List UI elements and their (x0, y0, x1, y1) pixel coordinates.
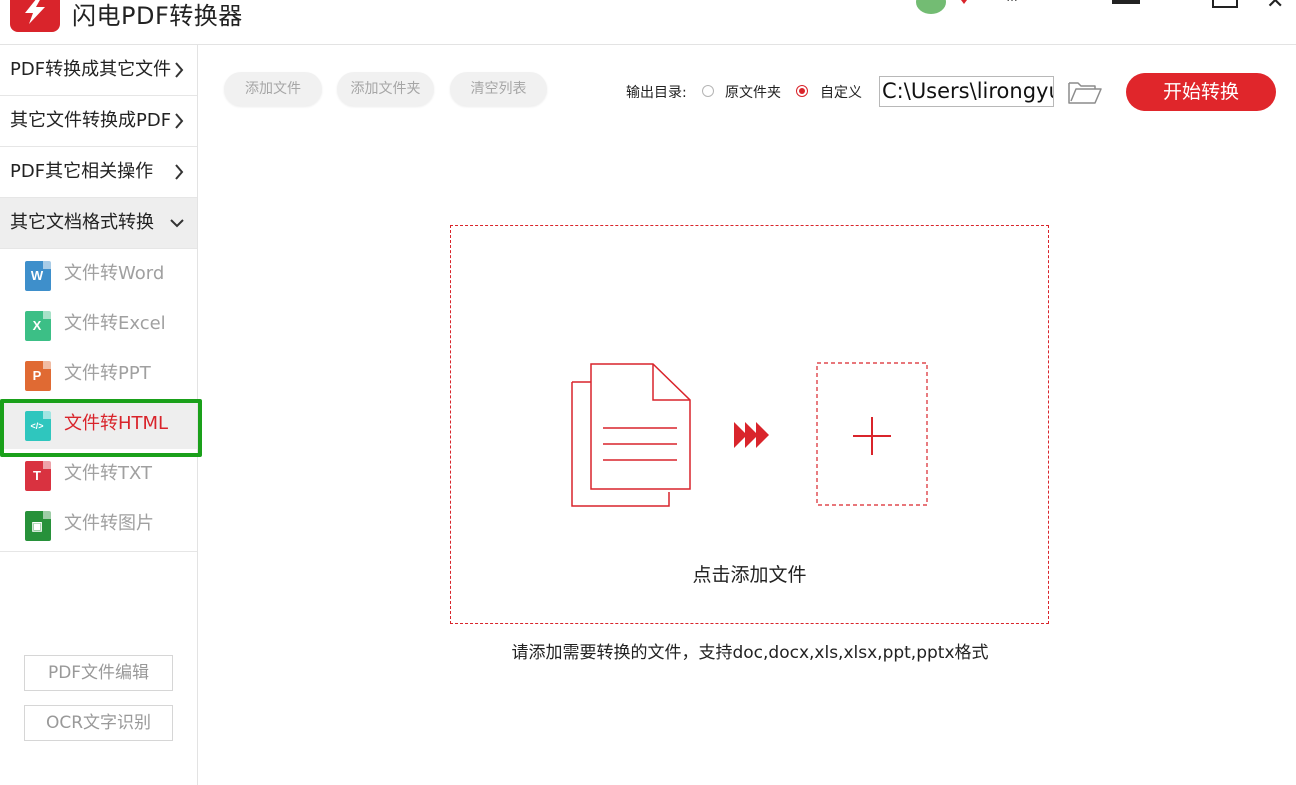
category-label: PDF转换成其它文件 (10, 59, 171, 80)
add-folder-button[interactable]: 添加文件夹 (337, 72, 434, 106)
html-file-icon: </> (25, 411, 51, 441)
txt-file-icon: T (25, 461, 51, 491)
sidebar-item-label: 文件转Excel (64, 313, 166, 334)
app-title: 闪电PDF转换器 (72, 0, 243, 31)
drop-zone-illustration (571, 362, 931, 517)
ppt-file-icon: P (25, 361, 51, 391)
user-avatar[interactable] (916, 0, 946, 14)
subitem-list: W 文件转Word X 文件转Excel P 文件转PPT </> 文件转HTM… (0, 249, 197, 552)
sidebar-item-label: 文件转图片 (64, 513, 154, 534)
category-label: 其它文档格式转换 (10, 212, 154, 233)
user-name[interactable]: … (1006, 0, 1036, 4)
ocr-button[interactable]: OCR文字识别 (24, 705, 173, 741)
sidebar-item-label: 文件转TXT (64, 463, 152, 484)
add-file-button[interactable]: 添加文件 (224, 72, 322, 106)
category-label: 其它文件转换成PDF (10, 110, 171, 131)
sidebar-item-file-to-html[interactable]: </> 文件转HTML (0, 399, 197, 449)
lightning-icon (19, 0, 51, 26)
pdf-edit-button[interactable]: PDF文件编辑 (24, 655, 173, 691)
radio-custom[interactable] (796, 85, 808, 97)
excel-file-icon: X (25, 311, 51, 341)
clear-list-button[interactable]: 清空列表 (450, 72, 547, 106)
output-dir-label: 输出目录: (626, 82, 687, 102)
app-logo (10, 0, 60, 32)
radio-original-folder-label[interactable]: 原文件夹 (725, 82, 781, 102)
category-label: PDF其它相关操作 (10, 161, 153, 182)
sidebar: PDF转换成其它文件 其它文件转换成PDF PDF其它相关操作 其它文档格式转换… (0, 45, 198, 785)
start-convert-button[interactable]: 开始转换 (1126, 73, 1276, 111)
title-bar: 闪电PDF转换器 … ✕ (0, 0, 1296, 45)
category-other-to-pdf[interactable]: 其它文件转换成PDF (0, 96, 197, 147)
word-file-icon: W (25, 261, 51, 291)
sidebar-item-file-to-image[interactable]: ▣ 文件转图片 (0, 499, 197, 549)
output-path-input[interactable]: C:\Users\lirongyu (879, 76, 1054, 107)
file-drop-zone[interactable]: 点击添加文件 (450, 225, 1049, 624)
sidebar-item-file-to-txt[interactable]: T 文件转TXT (0, 449, 197, 499)
radio-original-folder[interactable] (702, 85, 714, 97)
radio-custom-label[interactable]: 自定义 (820, 82, 862, 102)
image-file-icon: ▣ (25, 511, 51, 541)
user-menu-caret-icon[interactable] (958, 0, 970, 4)
close-icon[interactable]: ✕ (1266, 0, 1284, 14)
sidebar-item-label: 文件转HTML (64, 413, 168, 434)
sidebar-item-label: 文件转Word (64, 263, 164, 284)
sidebar-item-file-to-excel[interactable]: X 文件转Excel (0, 299, 197, 349)
category-pdf-to-other[interactable]: PDF转换成其它文件 (0, 45, 197, 96)
category-other-doc-format[interactable]: 其它文档格式转换 (0, 198, 197, 249)
menu-icon[interactable] (1112, 0, 1140, 4)
drop-zone-text[interactable]: 点击添加文件 (451, 560, 1048, 587)
maximize-icon[interactable] (1212, 0, 1238, 8)
sidebar-item-file-to-ppt[interactable]: P 文件转PPT (0, 349, 197, 399)
folder-open-icon[interactable] (1067, 79, 1103, 110)
sidebar-item-label: 文件转PPT (64, 363, 151, 384)
category-pdf-other-ops[interactable]: PDF其它相关操作 (0, 147, 197, 198)
supported-formats-hint: 请添加需要转换的文件，支持doc,docx,xls,xlsx,ppt,pptx格… (450, 638, 1050, 663)
sidebar-item-file-to-word[interactable]: W 文件转Word (0, 249, 197, 299)
